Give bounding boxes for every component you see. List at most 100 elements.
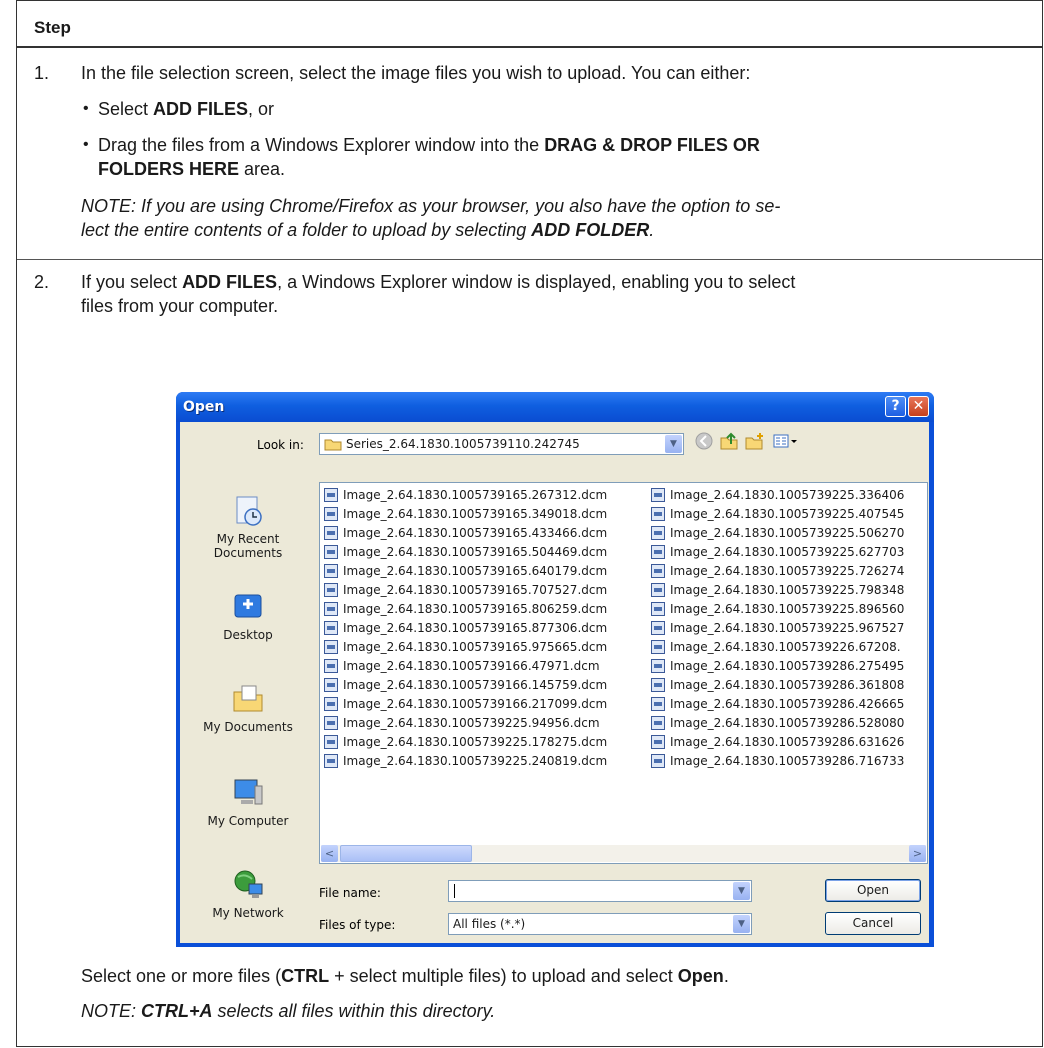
file-item[interactable]: Image_2.64.1830.1005739286.631626 <box>651 733 904 752</box>
file-name: Image_2.64.1830.1005739165.504469.dcm <box>343 545 608 559</box>
dicom-file-icon <box>651 526 665 540</box>
place-label: Desktop <box>223 628 273 642</box>
file-item[interactable]: Image_2.64.1830.1005739165.806259.dcm <box>324 600 607 619</box>
file-item[interactable]: Image_2.64.1830.1005739165.433466.dcm <box>324 524 607 543</box>
file-item[interactable]: Image_2.64.1830.1005739166.217099.dcm <box>324 695 607 714</box>
look-in-label: Look in: <box>257 438 304 452</box>
help-button[interactable]: ? <box>885 396 906 417</box>
file-name: Image_2.64.1830.1005739286.426665 <box>670 697 905 711</box>
file-item[interactable]: Image_2.64.1830.1005739166.145759.dcm <box>324 676 607 695</box>
file-item[interactable]: Image_2.64.1830.1005739225.896560 <box>651 600 904 619</box>
horizontal-scrollbar[interactable]: < > <box>321 845 926 862</box>
scroll-right-icon[interactable]: > <box>909 845 926 862</box>
place-my-computer[interactable]: My Computer <box>183 776 313 828</box>
text-cursor <box>454 884 455 898</box>
file-name: Image_2.64.1830.1005739225.896560 <box>670 602 905 616</box>
dicom-file-icon <box>324 526 338 540</box>
file-name: Image_2.64.1830.1005739165.806259.dcm <box>343 602 608 616</box>
dicom-file-icon <box>651 640 665 654</box>
file-name: Image_2.64.1830.1005739165.433466.dcm <box>343 526 608 540</box>
close-button[interactable]: ✕ <box>908 396 929 417</box>
dropdown-arrow-icon[interactable]: ▼ <box>733 915 750 933</box>
file-item[interactable]: Image_2.64.1830.1005739286.528080 <box>651 714 904 733</box>
file-item[interactable]: Image_2.64.1830.1005739225.407545 <box>651 505 904 524</box>
dicom-file-icon <box>324 640 338 654</box>
desktop-icon <box>234 594 262 618</box>
place-label: My Recent Documents <box>213 532 283 560</box>
up-folder-icon[interactable] <box>719 432 739 450</box>
file-list[interactable]: Image_2.64.1830.1005739165.267312.dcm Ima… <box>319 482 928 864</box>
my-documents-icon <box>233 685 263 712</box>
look-in-value: Series_2.64.1830.1005739110.242745 <box>346 437 580 451</box>
file-item[interactable]: Image_2.64.1830.1005739165.267312.dcm <box>324 486 607 505</box>
step-1-bullet-2: Drag the files from a Windows Explorer w… <box>83 133 760 157</box>
dicom-file-icon <box>324 507 338 521</box>
file-name: Image_2.64.1830.1005739165.349018.dcm <box>343 507 608 521</box>
file-item[interactable]: Image_2.64.1830.1005739225.178275.dcm <box>324 733 607 752</box>
help-icon: ? <box>891 398 900 414</box>
file-item[interactable]: Image_2.64.1830.1005739225.240819.dcm <box>324 752 607 771</box>
place-my-recent-documents[interactable]: My Recent Documents <box>183 494 313 560</box>
dialog-title: Open <box>183 399 225 415</box>
view-menu-icon[interactable] <box>773 432 799 450</box>
dialog-client: Look in: Series_2.64.1830.1005739110.242… <box>180 422 929 943</box>
file-item[interactable]: Image_2.64.1830.1005739165.349018.dcm <box>324 505 607 524</box>
cancel-button[interactable]: Cancel <box>825 912 921 935</box>
file-item[interactable]: Image_2.64.1830.1005739225.94956.dcm <box>324 714 607 733</box>
place-label: My Computer <box>207 814 289 828</box>
dicom-file-icon <box>651 754 665 768</box>
dicom-file-icon <box>651 564 665 578</box>
dicom-file-icon <box>324 564 338 578</box>
file-item[interactable]: Image_2.64.1830.1005739286.716733 <box>651 752 904 771</box>
files-of-type-dropdown[interactable]: All files (*.*) ▼ <box>448 913 752 935</box>
file-item[interactable]: Image_2.64.1830.1005739225.798348 <box>651 581 904 600</box>
step-1-note-line-1: NOTE: If you are using Chrome/Firefox as… <box>81 196 781 216</box>
file-item[interactable]: Image_2.64.1830.1005739286.361808 <box>651 676 904 695</box>
look-in-dropdown[interactable]: Series_2.64.1830.1005739110.242745 ▼ <box>319 433 684 455</box>
file-item[interactable]: Image_2.64.1830.1005739225.506270 <box>651 524 904 543</box>
file-item[interactable]: Image_2.64.1830.1005739165.975665.dcm <box>324 638 607 657</box>
place-my-documents[interactable]: My Documents <box>183 682 313 734</box>
step-2-line-2: files from your computer. <box>81 296 279 316</box>
scroll-thumb[interactable] <box>340 845 472 862</box>
place-label: My Documents <box>203 720 293 734</box>
file-item[interactable]: Image_2.64.1830.1005739225.967527 <box>651 619 904 638</box>
file-name: Image_2.64.1830.1005739225.967527 <box>670 621 905 635</box>
file-name: Image_2.64.1830.1005739165.640179.dcm <box>343 564 608 578</box>
dropdown-arrow-icon[interactable]: ▼ <box>733 882 750 900</box>
file-name-input[interactable]: ▼ <box>448 880 752 902</box>
file-item[interactable]: Image_2.64.1830.1005739225.726274 <box>651 562 904 581</box>
file-item[interactable]: Image_2.64.1830.1005739225.627703 <box>651 543 904 562</box>
scroll-left-icon[interactable]: < <box>321 845 338 862</box>
place-my-network[interactable]: My Network <box>183 868 313 920</box>
file-item[interactable]: Image_2.64.1830.1005739165.877306.dcm <box>324 619 607 638</box>
file-name: Image_2.64.1830.1005739166.47971.dcm <box>343 659 600 673</box>
dialog-titlebar[interactable]: Open ? ✕ <box>176 392 934 422</box>
file-item[interactable]: Image_2.64.1830.1005739286.275495 <box>651 657 904 676</box>
places-bar: My Recent Documents Desktop My Documents… <box>183 486 313 943</box>
dropdown-arrow-icon[interactable]: ▼ <box>665 435 682 453</box>
file-name: Image_2.64.1830.1005739225.627703 <box>670 545 905 559</box>
file-item[interactable]: Image_2.64.1830.1005739165.707527.dcm <box>324 581 607 600</box>
dicom-file-icon <box>651 545 665 559</box>
file-item[interactable]: Image_2.64.1830.1005739225.336406 <box>651 486 904 505</box>
dicom-file-icon <box>324 659 338 673</box>
dicom-file-icon <box>651 678 665 692</box>
open-button[interactable]: Open <box>825 879 921 902</box>
place-desktop[interactable]: Desktop <box>183 590 313 642</box>
file-name: Image_2.64.1830.1005739226.67208. <box>670 640 901 654</box>
step-1-bullet-1: Select ADD FILES, or <box>83 97 274 121</box>
back-icon[interactable] <box>695 432 713 450</box>
file-name: Image_2.64.1830.1005739165.975665.dcm <box>343 640 608 654</box>
file-name: Image_2.64.1830.1005739225.94956.dcm <box>343 716 600 730</box>
dicom-file-icon <box>651 488 665 502</box>
new-folder-icon[interactable] <box>745 432 765 450</box>
file-item[interactable]: Image_2.64.1830.1005739166.47971.dcm <box>324 657 607 676</box>
file-item[interactable]: Image_2.64.1830.1005739165.504469.dcm <box>324 543 607 562</box>
file-item[interactable]: Image_2.64.1830.1005739286.426665 <box>651 695 904 714</box>
file-name: Image_2.64.1830.1005739165.707527.dcm <box>343 583 608 597</box>
file-item[interactable]: Image_2.64.1830.1005739165.640179.dcm <box>324 562 607 581</box>
dicom-file-icon <box>324 716 338 730</box>
file-item[interactable]: Image_2.64.1830.1005739226.67208. <box>651 638 904 657</box>
close-icon: ✕ <box>912 398 925 414</box>
